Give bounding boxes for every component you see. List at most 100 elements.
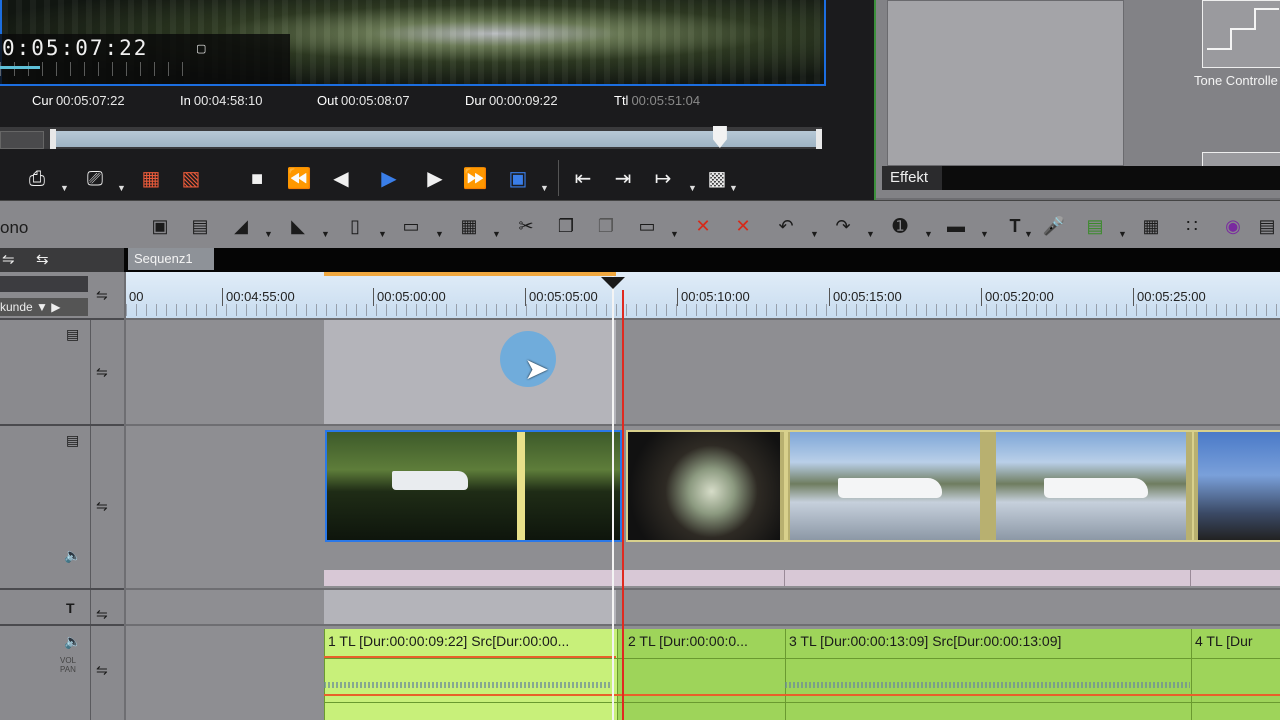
- cut-icon[interactable]: ✂: [513, 212, 539, 240]
- chevron-down-icon[interactable]: ▼: [264, 229, 273, 239]
- collapse-icon[interactable]: ⇋: [2, 250, 15, 268]
- fast-forward-icon[interactable]: ⏩: [460, 164, 490, 194]
- fade-out-icon[interactable]: ◣: [285, 212, 311, 240]
- chevron-down-icon[interactable]: ▼: [117, 183, 126, 193]
- in-out-selection: [324, 320, 616, 424]
- chevron-down-icon[interactable]: ▼: [1024, 229, 1033, 239]
- audio-clip-label: 3 TL [Dur:00:00:13:09] Src[Dur:00:00:13:…: [789, 633, 1062, 649]
- video-clip-3[interactable]: [786, 430, 1194, 542]
- staircase-icon: [1207, 8, 1279, 50]
- keyboard-icon[interactable]: ▦: [1138, 212, 1164, 240]
- pan-line[interactable]: [324, 694, 1280, 696]
- time-unit-select[interactable]: kunde ▼ ▶: [0, 298, 88, 316]
- link-icon[interactable]: ▬: [943, 212, 969, 240]
- tone-controller-thumbnail[interactable]: [1202, 0, 1280, 68]
- rewind-icon[interactable]: ⏪: [284, 164, 314, 194]
- monitor-icon[interactable]: ▤: [187, 212, 213, 240]
- scrub-end-cap: [816, 129, 822, 149]
- prev-edit-icon[interactable]: ⇤: [568, 164, 598, 194]
- export-icon[interactable]: ▭: [398, 212, 424, 240]
- timeline-cursor-head[interactable]: [601, 277, 625, 289]
- chevron-down-icon[interactable]: ▼: [378, 229, 387, 239]
- ruler-ticks: [126, 304, 1280, 316]
- ripple-delete-icon[interactable]: ✕: [730, 212, 756, 240]
- loop-icon[interactable]: ▣: [503, 164, 533, 194]
- delete-icon[interactable]: ✕: [690, 212, 716, 240]
- marker-icon[interactable]: ➊: [887, 212, 913, 240]
- window-icon[interactable]: ▤: [1254, 212, 1280, 240]
- timeline-cursor[interactable]: [612, 276, 614, 720]
- chevron-down-icon[interactable]: ▼: [688, 183, 697, 193]
- chevron-down-icon[interactable]: ▼: [924, 229, 933, 239]
- stop-icon[interactable]: ■: [242, 164, 272, 194]
- redo-icon[interactable]: ↷: [830, 212, 856, 240]
- track-expand-icon[interactable]: ⇋: [96, 498, 108, 515]
- chevron-down-icon[interactable]: ▼: [540, 183, 549, 193]
- chevron-down-icon[interactable]: ▼: [670, 229, 679, 239]
- out-label: Out: [317, 93, 338, 108]
- chevron-down-icon[interactable]: ▼: [1118, 229, 1127, 239]
- paste-icon[interactable]: ❐: [593, 212, 619, 240]
- chevron-down-icon[interactable]: ▼: [321, 229, 330, 239]
- track-expand-icon[interactable]: ⇋: [96, 606, 108, 623]
- ruler-major-tick: [373, 288, 374, 306]
- track-lock-icon[interactable]: ▤: [66, 326, 79, 343]
- audio-waveform: [785, 682, 1190, 688]
- color-wheel-icon[interactable]: ◉: [1220, 212, 1246, 240]
- track-separator: [0, 424, 124, 426]
- clear-out-icon[interactable]: ▧: [176, 164, 206, 194]
- chevron-down-icon[interactable]: ▼: [866, 229, 875, 239]
- chevron-down-icon[interactable]: ▼: [810, 229, 819, 239]
- chevron-down-icon[interactable]: ▼: [492, 229, 501, 239]
- video-clip-1[interactable]: [325, 430, 622, 542]
- microphone-icon[interactable]: 🎤: [1041, 212, 1067, 240]
- audio-sub-track: [324, 570, 1280, 586]
- trim-icon[interactable]: ▭: [634, 212, 660, 240]
- step-back-icon[interactable]: ◀: [326, 164, 356, 194]
- effect-list-area: [887, 0, 1124, 166]
- render-icon[interactable]: ▤: [1082, 212, 1108, 240]
- video-track-1[interactable]: [126, 320, 1280, 424]
- copy-icon[interactable]: ❐: [553, 212, 579, 240]
- speech-bubble-icon[interactable]: ▢: [196, 42, 206, 55]
- mixer-icon[interactable]: ∷: [1179, 212, 1205, 240]
- ruler-toggle-icon[interactable]: ⇋: [96, 287, 108, 304]
- in-value: 00:04:58:10: [193, 93, 263, 108]
- chevron-down-icon[interactable]: ▼: [729, 183, 738, 193]
- tab-sequenz1[interactable]: Sequenz1: [128, 248, 214, 270]
- clear-in-icon[interactable]: ▦: [136, 164, 166, 194]
- save-icon[interactable]: ▦: [456, 212, 482, 240]
- new-clip-icon[interactable]: ▯: [342, 212, 368, 240]
- chevron-down-icon[interactable]: ▼: [60, 183, 69, 193]
- audio-waveform: [324, 682, 616, 688]
- track-expand-icon[interactable]: ⇋: [96, 662, 108, 679]
- zoom-slider[interactable]: [0, 276, 88, 292]
- track-expand-icon[interactable]: ⇋: [96, 364, 108, 381]
- expand-icon[interactable]: ⇆: [36, 250, 49, 268]
- video-clip-2[interactable]: [626, 430, 786, 542]
- title-track-icon[interactable]: T: [66, 600, 75, 616]
- overwrite-icon[interactable]: ▩: [702, 164, 732, 194]
- next-edit-icon[interactable]: ⇥: [608, 164, 638, 194]
- cur-info: Cur 00:05:07:22: [32, 93, 125, 108]
- chevron-down-icon[interactable]: ▼: [980, 229, 989, 239]
- timecode-display: 0:05:07:22: [2, 36, 149, 60]
- play-icon[interactable]: ▶: [374, 164, 404, 194]
- clip-thumbnail: [1198, 432, 1280, 540]
- camera-icon[interactable]: ▣: [147, 212, 173, 240]
- track-lock-icon[interactable]: ▤: [66, 432, 79, 449]
- speaker-icon[interactable]: 🔈: [64, 633, 81, 650]
- chevron-down-icon[interactable]: ▼: [435, 229, 444, 239]
- fade-in-icon[interactable]: ◢: [228, 212, 254, 240]
- set-out-icon[interactable]: ⎚: [80, 164, 110, 194]
- set-in-icon[interactable]: ⎙: [22, 164, 52, 194]
- insert-icon[interactable]: ↦: [648, 164, 678, 194]
- scrub-track[interactable]: [50, 131, 820, 147]
- video-clip-4[interactable]: [1192, 430, 1280, 542]
- step-forward-icon[interactable]: ▶: [420, 164, 450, 194]
- ruler-label: 00:05:05:00: [529, 289, 598, 304]
- speaker-icon[interactable]: 🔈: [64, 547, 81, 564]
- title-track[interactable]: [126, 590, 1280, 624]
- tab-effekt[interactable]: Effekt: [882, 166, 950, 190]
- undo-icon[interactable]: ↶: [773, 212, 799, 240]
